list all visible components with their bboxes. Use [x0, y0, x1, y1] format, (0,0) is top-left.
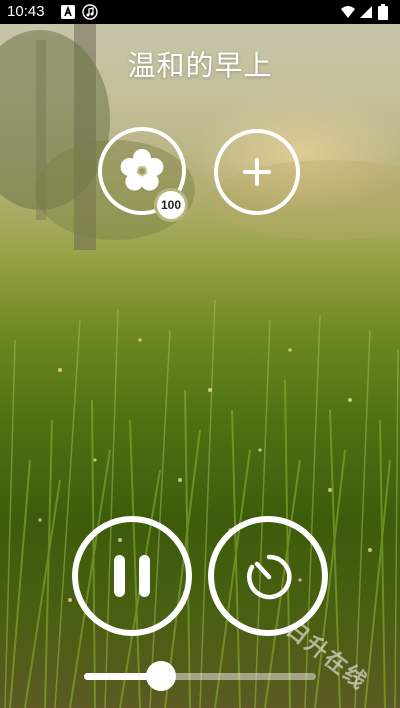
- page-title: 温和的早上: [127, 49, 273, 82]
- status-bar: 10:43: [0, 0, 400, 24]
- wifi-icon: [341, 6, 355, 18]
- pause-icon: [114, 555, 150, 597]
- status-time: 10:43: [7, 3, 45, 20]
- scene-count-badge: 100: [154, 188, 188, 222]
- volume-slider-thumb[interactable]: [145, 661, 176, 691]
- timer-icon: [247, 554, 292, 600]
- timer-button[interactable]: [208, 516, 328, 636]
- signal-icon: [360, 6, 372, 18]
- battery-icon: [378, 4, 388, 20]
- notification-a-icon: [61, 5, 75, 19]
- music-note-icon: [82, 4, 98, 20]
- flower-icon: [120, 149, 164, 191]
- pause-button[interactable]: [72, 516, 192, 636]
- player-screen: [0, 0, 400, 708]
- plus-icon: [243, 158, 271, 186]
- background-grass: [4, 299, 399, 708]
- add-button[interactable]: [214, 129, 300, 215]
